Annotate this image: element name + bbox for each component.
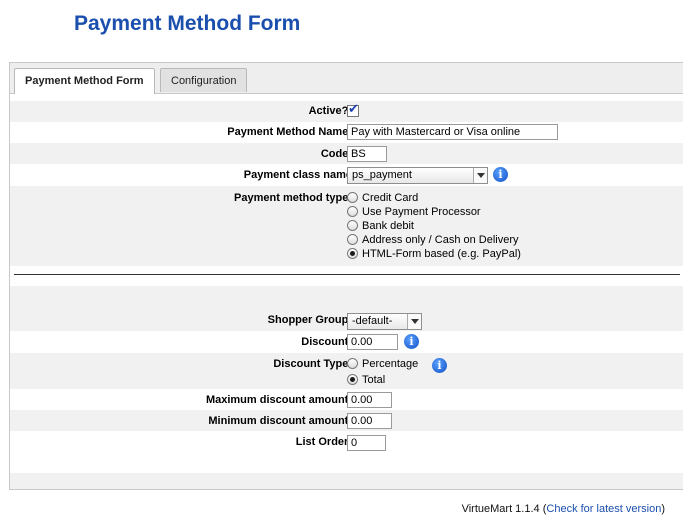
radio-button[interactable] bbox=[347, 233, 358, 245]
active-label: Active?: bbox=[308, 105, 352, 117]
shopper-group-label: Shopper Group: bbox=[267, 314, 352, 326]
form-panel: Payment Method Form Configuration Active… bbox=[9, 62, 683, 490]
page-title: Payment Method Form bbox=[74, 12, 301, 35]
shopper-group-select[interactable]: -default- bbox=[347, 313, 422, 330]
shopper-group-selected: -default- bbox=[352, 315, 393, 327]
chevron-down-icon bbox=[473, 168, 487, 183]
check-latest-version-link[interactable]: Check for latest version bbox=[546, 503, 661, 515]
radio-button-selected[interactable] bbox=[347, 373, 358, 385]
discount-type-label: Discount Type: bbox=[273, 358, 352, 370]
row-discount-type: Discount Type: Percentage Total i bbox=[10, 353, 683, 389]
max-discount-label: Maximum discount amount: bbox=[205, 394, 352, 406]
row-discount: Discount: i bbox=[10, 331, 683, 353]
payment-class-select[interactable]: ps_payment bbox=[347, 167, 488, 184]
info-icon[interactable]: i bbox=[493, 167, 508, 182]
footer: VirtueMart 1.1.4 (Check for latest versi… bbox=[461, 503, 665, 515]
radio-option-html-form[interactable]: HTML-Form based (e.g. PayPal) bbox=[347, 247, 521, 262]
active-checkbox[interactable] bbox=[347, 102, 359, 117]
info-icon[interactable]: i bbox=[404, 334, 419, 349]
tab-bar: Payment Method Form Configuration bbox=[10, 63, 683, 94]
payment-class-label: Payment class name bbox=[243, 169, 352, 181]
radio-button[interactable] bbox=[347, 205, 358, 217]
radio-option-address-only[interactable]: Address only / Cash on Delivery bbox=[347, 233, 519, 248]
radio-option-percentage[interactable]: Percentage bbox=[347, 357, 418, 372]
payment-method-name-label: Payment Method Name: bbox=[227, 126, 352, 138]
chevron-down-icon bbox=[407, 314, 421, 329]
list-order-input[interactable] bbox=[347, 435, 386, 451]
radio-option-bank-debit[interactable]: Bank debit bbox=[347, 219, 414, 234]
discount-input[interactable] bbox=[347, 334, 398, 350]
max-discount-input[interactable] bbox=[347, 392, 392, 408]
row-payment-class: Payment class name ps_payment i bbox=[10, 164, 683, 186]
discount-label: Discount: bbox=[301, 336, 352, 348]
row-list-order: List Order: bbox=[10, 431, 683, 453]
radio-option-payment-processor[interactable]: Use Payment Processor bbox=[347, 205, 481, 220]
row-payment-method-type: Payment method type: Credit Card Use Pay… bbox=[10, 186, 683, 266]
tab-configuration[interactable]: Configuration bbox=[160, 68, 248, 92]
row-shopper-group: Shopper Group: -default- bbox=[10, 309, 683, 331]
radio-button[interactable] bbox=[347, 191, 358, 203]
radio-option-credit-card[interactable]: Credit Card bbox=[347, 191, 418, 206]
row-divider bbox=[10, 266, 683, 286]
payment-method-name-input[interactable] bbox=[347, 124, 558, 140]
radio-option-total[interactable]: Total bbox=[347, 373, 385, 388]
radio-button[interactable] bbox=[347, 357, 358, 369]
code-input[interactable] bbox=[347, 146, 387, 162]
divider-line bbox=[14, 274, 680, 275]
tab-payment-method-form[interactable]: Payment Method Form bbox=[14, 68, 155, 94]
row-spacer bbox=[10, 289, 683, 309]
row-code: Code: bbox=[10, 143, 683, 164]
row-active: Active?: bbox=[10, 101, 683, 122]
radio-button-selected[interactable] bbox=[347, 247, 358, 259]
row-bottom-band bbox=[10, 473, 683, 489]
row-max-discount: Maximum discount amount: bbox=[10, 389, 683, 410]
min-discount-label: Minimum discount amount: bbox=[208, 415, 352, 427]
min-discount-input[interactable] bbox=[347, 413, 392, 429]
info-icon[interactable]: i bbox=[432, 358, 447, 373]
footer-product: VirtueMart 1.1.4 bbox=[461, 503, 540, 515]
row-payment-method-name: Payment Method Name: bbox=[10, 122, 683, 143]
payment-method-type-label: Payment method type: bbox=[234, 192, 352, 204]
payment-class-selected: ps_payment bbox=[352, 169, 412, 181]
list-order-label: List Order: bbox=[295, 436, 352, 448]
row-min-discount: Minimum discount amount: bbox=[10, 410, 683, 431]
radio-button[interactable] bbox=[347, 219, 358, 231]
